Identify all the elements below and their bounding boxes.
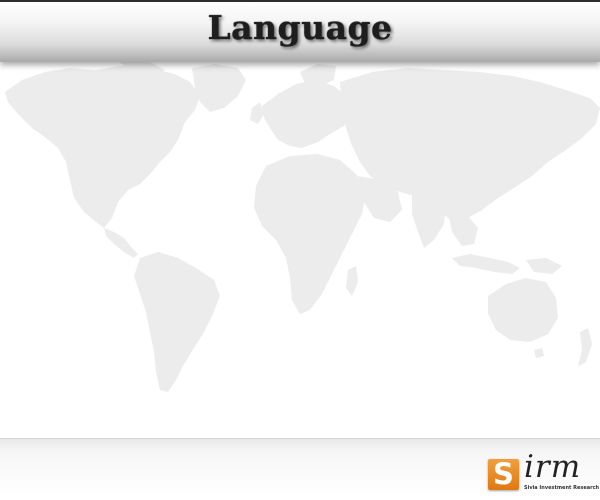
logo-name: irm (524, 449, 582, 485)
indonesia-shape (452, 254, 520, 274)
logo-mark: S (488, 457, 519, 491)
footer-bar: S irm Sivia Investment Research Manage (0, 438, 600, 500)
india-shape (412, 194, 446, 248)
europe-shape (262, 80, 352, 148)
greenland-shape (192, 64, 246, 112)
logo-mark-letter: S (493, 457, 514, 491)
madagascar-shape (346, 266, 358, 296)
title-bar: Language (0, 0, 600, 62)
south-america-shape (134, 252, 220, 392)
logo-tagline: Sivia Investment Research Manage (524, 485, 600, 491)
world-map-icon (5, 62, 600, 392)
language-screen: Language S irm Sivia Investment Research (0, 0, 600, 500)
uk-shape (250, 102, 264, 124)
southeast-asia-shape (448, 212, 478, 246)
new-guinea-shape (526, 258, 562, 274)
new-zealand-shape (578, 328, 592, 366)
scandinavia-shape (300, 64, 336, 86)
tasmania-shape (534, 348, 544, 358)
world-map-icon (0, 62, 600, 438)
north-america-shape (5, 66, 200, 228)
australia-shape (488, 278, 558, 342)
central-america-shape (104, 228, 138, 258)
sirm-logo-icon: S irm Sivia Investment Research Manage (488, 449, 600, 495)
page-title: Language (207, 8, 393, 47)
